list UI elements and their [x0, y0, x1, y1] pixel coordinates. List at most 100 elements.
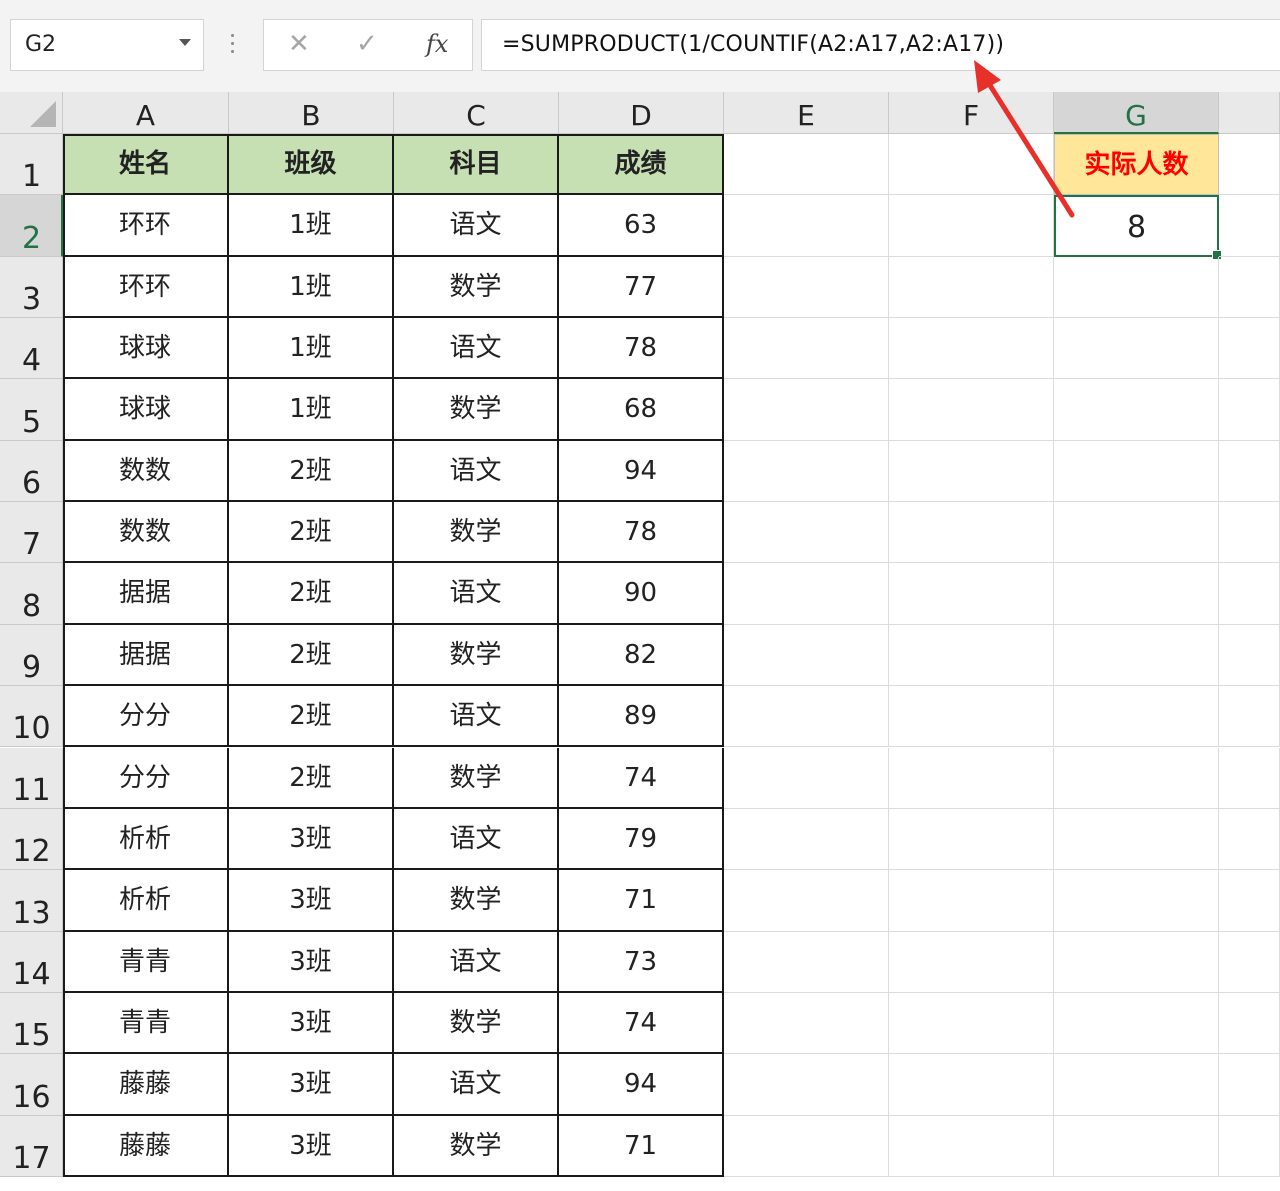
- cell-extra17[interactable]: [1219, 1115, 1280, 1177]
- cell-d9[interactable]: 82: [559, 624, 724, 687]
- cell-f12[interactable]: [889, 808, 1054, 871]
- cell-c7[interactable]: 数学: [394, 502, 559, 564]
- chevron-down-icon[interactable]: [179, 39, 191, 46]
- cell-c15[interactable]: 数学: [394, 992, 559, 1055]
- cell-g1[interactable]: 实际人数: [1054, 134, 1219, 196]
- row-header-4[interactable]: 4: [0, 318, 63, 380]
- column-header-g[interactable]: G: [1054, 92, 1219, 134]
- cell-extra16[interactable]: [1219, 1054, 1280, 1116]
- cell-e3[interactable]: [724, 256, 889, 319]
- cell-e11[interactable]: [724, 747, 889, 809]
- column-header-d[interactable]: D: [559, 92, 724, 134]
- cell-f3[interactable]: [889, 256, 1054, 319]
- cell-c5[interactable]: 数学: [394, 379, 559, 441]
- cell-c9[interactable]: 数学: [394, 624, 559, 687]
- cell-a2[interactable]: 环环: [63, 195, 229, 257]
- cell-f1[interactable]: [889, 134, 1054, 196]
- cancel-icon[interactable]: ✕: [288, 29, 310, 59]
- cell-b2[interactable]: 1班: [229, 195, 394, 257]
- cell-a9[interactable]: 据据: [63, 624, 229, 687]
- cell-c13[interactable]: 数学: [394, 870, 559, 932]
- cell-a14[interactable]: 青青: [63, 931, 229, 993]
- cell-f16[interactable]: [889, 1054, 1054, 1116]
- cell-g6[interactable]: [1054, 440, 1219, 503]
- row-header-11[interactable]: 11: [0, 747, 63, 809]
- cell-b13[interactable]: 3班: [229, 870, 394, 932]
- cell-f17[interactable]: [889, 1115, 1054, 1177]
- cell-a10[interactable]: 分分: [63, 686, 229, 748]
- cell-g5[interactable]: [1054, 379, 1219, 441]
- cell-a15[interactable]: 青青: [63, 992, 229, 1055]
- cell-extra9[interactable]: [1219, 624, 1280, 687]
- row-header-7[interactable]: 7: [0, 502, 63, 564]
- row-header-12[interactable]: 12: [0, 808, 63, 871]
- cell-g12[interactable]: [1054, 808, 1219, 871]
- cell-f10[interactable]: [889, 686, 1054, 748]
- row-header-8[interactable]: 8: [0, 563, 63, 625]
- cell-f4[interactable]: [889, 318, 1054, 380]
- cell-extra8[interactable]: [1219, 563, 1280, 625]
- row-header-13[interactable]: 13: [0, 870, 63, 932]
- cell-c12[interactable]: 语文: [394, 808, 559, 871]
- row-header-16[interactable]: 16: [0, 1054, 63, 1116]
- cell-extra2[interactable]: [1219, 195, 1280, 257]
- cell-e14[interactable]: [724, 931, 889, 993]
- cell-c1[interactable]: 科目: [394, 134, 559, 196]
- cell-b11[interactable]: 2班: [229, 747, 394, 809]
- cell-f13[interactable]: [889, 870, 1054, 932]
- cell-a11[interactable]: 分分: [63, 747, 229, 809]
- cell-b1[interactable]: 班级: [229, 134, 394, 196]
- cell-f7[interactable]: [889, 502, 1054, 564]
- cell-a17[interactable]: 藤藤: [63, 1115, 229, 1177]
- cell-a13[interactable]: 析析: [63, 870, 229, 932]
- cell-a5[interactable]: 球球: [63, 379, 229, 441]
- cell-a12[interactable]: 析析: [63, 808, 229, 871]
- cell-c8[interactable]: 语文: [394, 563, 559, 625]
- cell-d5[interactable]: 68: [559, 379, 724, 441]
- cell-b9[interactable]: 2班: [229, 624, 394, 687]
- cell-c3[interactable]: 数学: [394, 256, 559, 319]
- column-header-extra[interactable]: [1219, 92, 1280, 134]
- cell-g10[interactable]: [1054, 686, 1219, 748]
- cell-extra15[interactable]: [1219, 992, 1280, 1055]
- cell-e12[interactable]: [724, 808, 889, 871]
- column-header-b[interactable]: B: [229, 92, 394, 134]
- cell-d14[interactable]: 73: [559, 931, 724, 993]
- cell-g17[interactable]: [1054, 1115, 1219, 1177]
- cell-e10[interactable]: [724, 686, 889, 748]
- cell-b7[interactable]: 2班: [229, 502, 394, 564]
- cell-b6[interactable]: 2班: [229, 440, 394, 503]
- row-header-6[interactable]: 6: [0, 440, 63, 503]
- select-all-corner[interactable]: [0, 92, 63, 134]
- cell-g3[interactable]: [1054, 256, 1219, 319]
- cell-e1[interactable]: [724, 134, 889, 196]
- cell-b15[interactable]: 3班: [229, 992, 394, 1055]
- cell-e6[interactable]: [724, 440, 889, 503]
- cell-f15[interactable]: [889, 992, 1054, 1055]
- cell-a4[interactable]: 球球: [63, 318, 229, 380]
- cell-b16[interactable]: 3班: [229, 1054, 394, 1116]
- cell-a8[interactable]: 据据: [63, 563, 229, 625]
- cell-a1[interactable]: 姓名: [63, 134, 229, 196]
- cell-e2[interactable]: [724, 195, 889, 257]
- cell-c4[interactable]: 语文: [394, 318, 559, 380]
- cell-e15[interactable]: [724, 992, 889, 1055]
- cell-d7[interactable]: 78: [559, 502, 724, 564]
- cell-a7[interactable]: 数数: [63, 502, 229, 564]
- cell-d4[interactable]: 78: [559, 318, 724, 380]
- cell-c16[interactable]: 语文: [394, 1054, 559, 1116]
- column-header-a[interactable]: A: [63, 92, 229, 134]
- cell-a16[interactable]: 藤藤: [63, 1054, 229, 1116]
- cell-d8[interactable]: 90: [559, 563, 724, 625]
- cell-extra6[interactable]: [1219, 440, 1280, 503]
- row-header-9[interactable]: 9: [0, 624, 63, 687]
- cell-d6[interactable]: 94: [559, 440, 724, 503]
- cell-f5[interactable]: [889, 379, 1054, 441]
- cell-g8[interactable]: [1054, 563, 1219, 625]
- cell-extra3[interactable]: [1219, 256, 1280, 319]
- cell-c10[interactable]: 语文: [394, 686, 559, 748]
- cell-d15[interactable]: 74: [559, 992, 724, 1055]
- cell-f2[interactable]: [889, 195, 1054, 257]
- column-header-c[interactable]: C: [394, 92, 559, 134]
- column-header-f[interactable]: F: [889, 92, 1054, 134]
